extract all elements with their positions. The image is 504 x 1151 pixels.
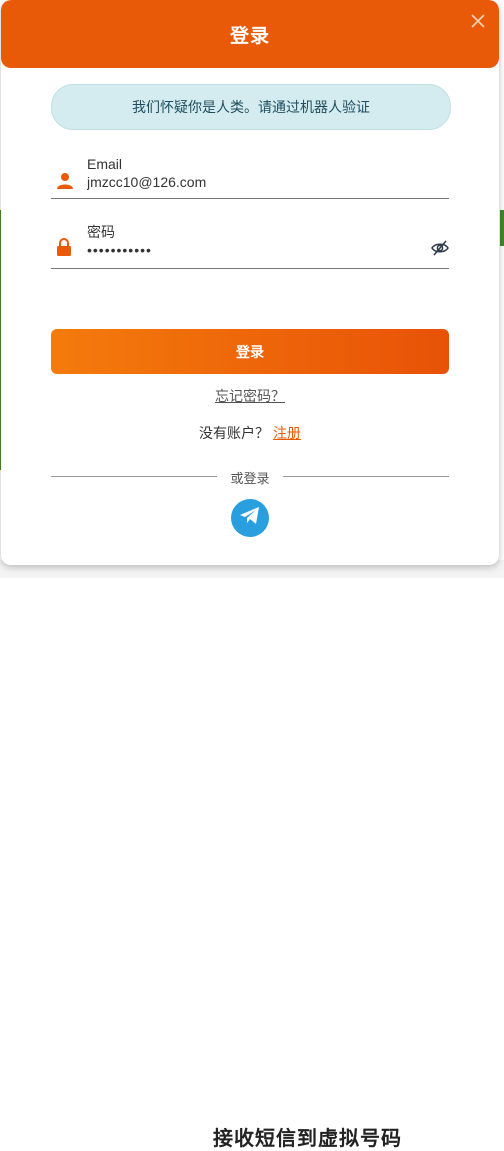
forgot-password-link[interactable]: 忘记密码？ [215,388,285,404]
login-modal: 登录 我们怀疑你是人类。请通过机器人验证 Email 密码 [1,0,499,565]
email-input[interactable] [87,174,407,190]
divider-label: 或登录 [1,468,499,487]
lock-icon [56,238,72,261]
register-link[interactable]: 注册 [273,425,301,441]
divider-label-text: 或登录 [230,471,270,486]
telegram-login-button[interactable] [231,499,269,537]
close-icon [471,13,485,33]
eye-slash-icon[interactable] [431,240,449,261]
password-field: 密码 [51,218,449,269]
background-heading: 接收短信到虚拟号码 [213,1128,402,1150]
forgot-password-row: 忘记密码？ [1,386,499,406]
modal-header: 登录 [1,0,499,68]
telegram-icon [239,506,261,531]
notice-text: 我们怀疑你是人类。请通过机器人验证 [132,99,370,115]
modal-title: 登录 [229,25,270,47]
password-input[interactable] [87,242,407,258]
password-label: 密码 [87,224,115,240]
close-button[interactable] [467,12,489,34]
register-prompt: 没有账户？ [199,425,270,441]
login-button[interactable]: 登录 [51,329,449,374]
background-page-edge [500,210,504,246]
email-field: Email [51,152,449,199]
email-label: Email [87,156,123,172]
user-icon [56,172,74,195]
robot-verification-notice: 我们怀疑你是人类。请通过机器人验证 [51,84,451,130]
register-row: 没有账户？ 注册 [1,423,499,443]
